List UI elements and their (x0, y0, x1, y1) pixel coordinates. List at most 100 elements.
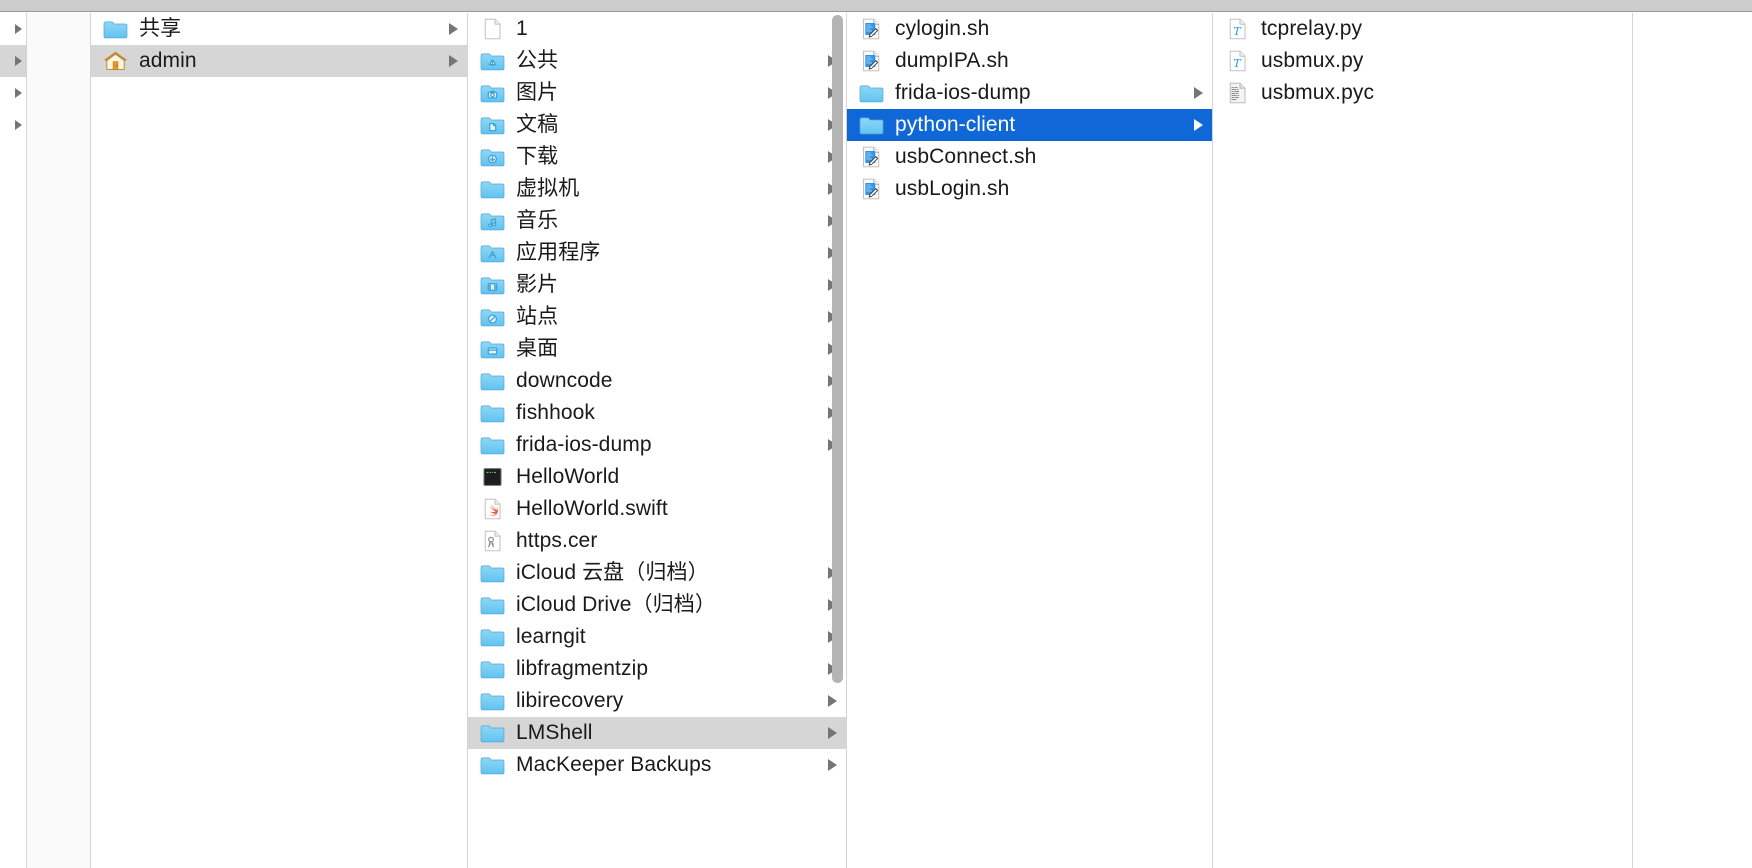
file-name-label: 文稿 (516, 113, 559, 136)
file-row[interactable]: 公共 (468, 45, 846, 77)
file-name-label: 图片 (516, 81, 559, 104)
file-row[interactable]: HelloWorld.swift (468, 493, 846, 525)
empty-preview-column[interactable] (1633, 13, 1750, 868)
folder-downloads-icon (480, 146, 505, 168)
file-name-label: 公共 (516, 49, 559, 72)
file-name-label: frida-ios-dump (895, 81, 1031, 104)
file-row[interactable]: libfragmentzip (468, 653, 846, 685)
python-client-column[interactable]: Ttcprelay.py Tusbmux.py usbmux.pyc (1213, 13, 1633, 868)
file-row[interactable]: fishhook (468, 397, 846, 429)
file-row[interactable]: libirecovery (468, 685, 846, 717)
file-name-label: tcprelay.py (1261, 17, 1363, 40)
column-stub-row[interactable] (0, 109, 26, 141)
file-row[interactable]: 文稿 (468, 109, 846, 141)
chevron-right-icon (1194, 87, 1203, 99)
file-row[interactable]: 站点 (468, 301, 846, 333)
file-name-label: https.cer (516, 529, 598, 552)
file-name-label: libirecovery (516, 689, 624, 712)
file-row[interactable]: iCloud Drive（归档） (468, 589, 846, 621)
file-row[interactable]: dumpIPA.sh (847, 45, 1212, 77)
file-name-label: iCloud Drive（归档） (516, 593, 716, 616)
file-row[interactable]: 共享 (91, 13, 467, 45)
chevron-right-icon (449, 55, 458, 67)
file-name-label: 应用程序 (516, 241, 601, 264)
file-row[interactable]: python-client (847, 109, 1212, 141)
folder-documents-icon (480, 114, 505, 136)
file-name-label: libfragmentzip (516, 657, 649, 680)
file-unix-exec-icon (480, 466, 505, 488)
file-row[interactable]: frida-ios-dump (847, 77, 1212, 109)
folder-desktop-icon (480, 338, 505, 360)
home-folder-column[interactable]: 1 公共图片文稿下载 虚拟机 音乐应用程序影片站点桌面 downcode fishhook… (468, 13, 847, 868)
file-row[interactable]: LMShell (468, 717, 846, 749)
file-shell-icon (859, 50, 884, 72)
file-row[interactable]: admin (91, 45, 467, 77)
chevron-right-icon (15, 24, 22, 34)
file-blank-icon (480, 18, 505, 40)
file-name-label: 桌面 (516, 337, 559, 360)
scrollbar-thumb[interactable] (832, 15, 843, 683)
column-stub-row[interactable] (0, 45, 26, 77)
file-name-label: 站点 (516, 305, 559, 328)
file-row[interactable]: cylogin.sh (847, 13, 1212, 45)
file-name-label: learngit (516, 625, 586, 648)
frida-ios-dump-column[interactable]: cylogin.sh dumpIPA.sh frida-ios-dump python… (847, 13, 1213, 868)
file-name-label: MacKeeper Backups (516, 753, 712, 776)
folder-plain-icon (103, 18, 128, 40)
column-stub-row[interactable] (0, 13, 26, 45)
file-shell-icon (859, 146, 884, 168)
empty-gutter-column[interactable] (27, 13, 91, 868)
file-row[interactable]: 虚拟机 (468, 173, 846, 205)
file-row[interactable]: 下载 (468, 141, 846, 173)
file-name-label: admin (139, 49, 197, 72)
chevron-right-icon (15, 120, 22, 130)
file-row[interactable]: learngit (468, 621, 846, 653)
file-row[interactable]: 应用程序 (468, 237, 846, 269)
file-name-label: dumpIPA.sh (895, 49, 1009, 72)
folder-plain-icon (859, 82, 884, 104)
file-name-label: 影片 (516, 273, 559, 296)
file-name-label: HelloWorld (516, 465, 620, 488)
devices-stub-column[interactable] (0, 13, 27, 868)
file-name-label: 共享 (139, 17, 182, 40)
folder-plain-icon (480, 658, 505, 680)
home-column-scrollbar[interactable] (832, 15, 843, 866)
file-row[interactable]: MacKeeper Backups (468, 749, 846, 781)
file-shell-icon (859, 178, 884, 200)
folder-movies-icon (480, 274, 505, 296)
file-swift-icon (480, 498, 505, 520)
chevron-right-icon (449, 23, 458, 35)
file-name-label: HelloWorld.swift (516, 497, 668, 520)
file-row[interactable]: usbmux.pyc (1213, 77, 1632, 109)
file-row[interactable]: usbLogin.sh (847, 173, 1212, 205)
file-row[interactable]: 音乐 (468, 205, 846, 237)
file-row[interactable]: 图片 (468, 77, 846, 109)
folder-plain-icon (480, 178, 505, 200)
column-browser: 共享 admin 1 公共图片文稿下载 虚拟机 音乐应用程序影片站点桌面 downcode… (0, 13, 1752, 868)
column-stub-row[interactable] (0, 77, 26, 109)
home-folder-icon (103, 50, 128, 72)
file-row[interactable]: Ttcprelay.py (1213, 13, 1632, 45)
folder-plain-icon (480, 722, 505, 744)
file-row[interactable]: HelloWorld (468, 461, 846, 493)
folder-plain-icon (480, 594, 505, 616)
folder-plain-icon (480, 626, 505, 648)
users-column[interactable]: 共享 admin (91, 13, 468, 868)
chevron-right-icon (15, 88, 22, 98)
file-name-label: cylogin.sh (895, 17, 990, 40)
file-row[interactable]: frida-ios-dump (468, 429, 846, 461)
toolbar-bottom-edge (0, 0, 1752, 12)
file-row[interactable]: iCloud 云盘（归档） (468, 557, 846, 589)
file-row[interactable]: Tusbmux.py (1213, 45, 1632, 77)
file-row[interactable]: 桌面 (468, 333, 846, 365)
chevron-right-icon (15, 56, 22, 66)
file-row[interactable]: downcode (468, 365, 846, 397)
file-row[interactable]: 影片 (468, 269, 846, 301)
file-row[interactable]: 1 (468, 13, 846, 45)
file-row[interactable]: https.cer (468, 525, 846, 557)
file-shell-icon (859, 18, 884, 40)
file-python-icon: T (1225, 18, 1250, 40)
finder-window: 共享 admin 1 公共图片文稿下载 虚拟机 音乐应用程序影片站点桌面 downcode… (0, 0, 1752, 868)
file-name-label: downcode (516, 369, 613, 392)
file-row[interactable]: usbConnect.sh (847, 141, 1212, 173)
